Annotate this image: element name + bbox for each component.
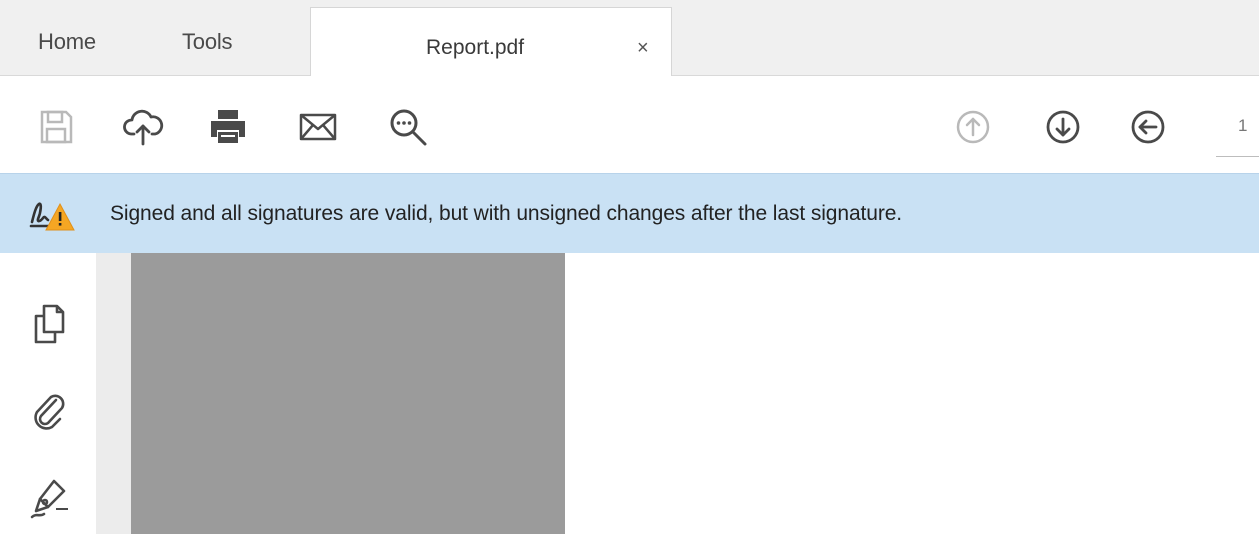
tab-home[interactable]: Home [38, 26, 96, 58]
page-number-input[interactable]: 1 [1238, 116, 1247, 136]
page-down-icon[interactable] [1040, 104, 1086, 150]
signature-warning-icon[interactable] [28, 192, 80, 236]
tab-document[interactable]: Report.pdf × [310, 7, 672, 77]
page-number-underline [1216, 156, 1259, 157]
document-tab-label: Report.pdf [426, 36, 525, 59]
pages-icon[interactable] [26, 300, 72, 348]
print-icon[interactable] [205, 104, 251, 150]
signature-pen-icon[interactable] [26, 473, 72, 521]
search-comment-icon[interactable] [385, 104, 431, 150]
tab-tools[interactable]: Tools [182, 26, 233, 58]
document-gutter [96, 253, 131, 534]
mail-icon[interactable] [295, 104, 341, 150]
page-up-icon[interactable] [950, 104, 996, 150]
back-icon[interactable] [1125, 104, 1171, 150]
signature-info-bar: Signed and all signatures are valid, but… [0, 173, 1259, 253]
page-preview[interactable] [131, 253, 565, 534]
close-tab-icon[interactable]: × [637, 34, 649, 62]
tab-bar: Home Tools Report.pdf × [0, 0, 1259, 77]
save-icon[interactable] [33, 104, 79, 150]
attachment-icon[interactable] [26, 386, 72, 434]
toolbar: 1 [0, 76, 1259, 173]
signature-status-message: Signed and all signatures are valid, but… [110, 202, 903, 225]
document-canvas[interactable] [565, 253, 1259, 534]
navigation-rail [0, 253, 96, 534]
upload-cloud-icon[interactable] [120, 104, 166, 150]
